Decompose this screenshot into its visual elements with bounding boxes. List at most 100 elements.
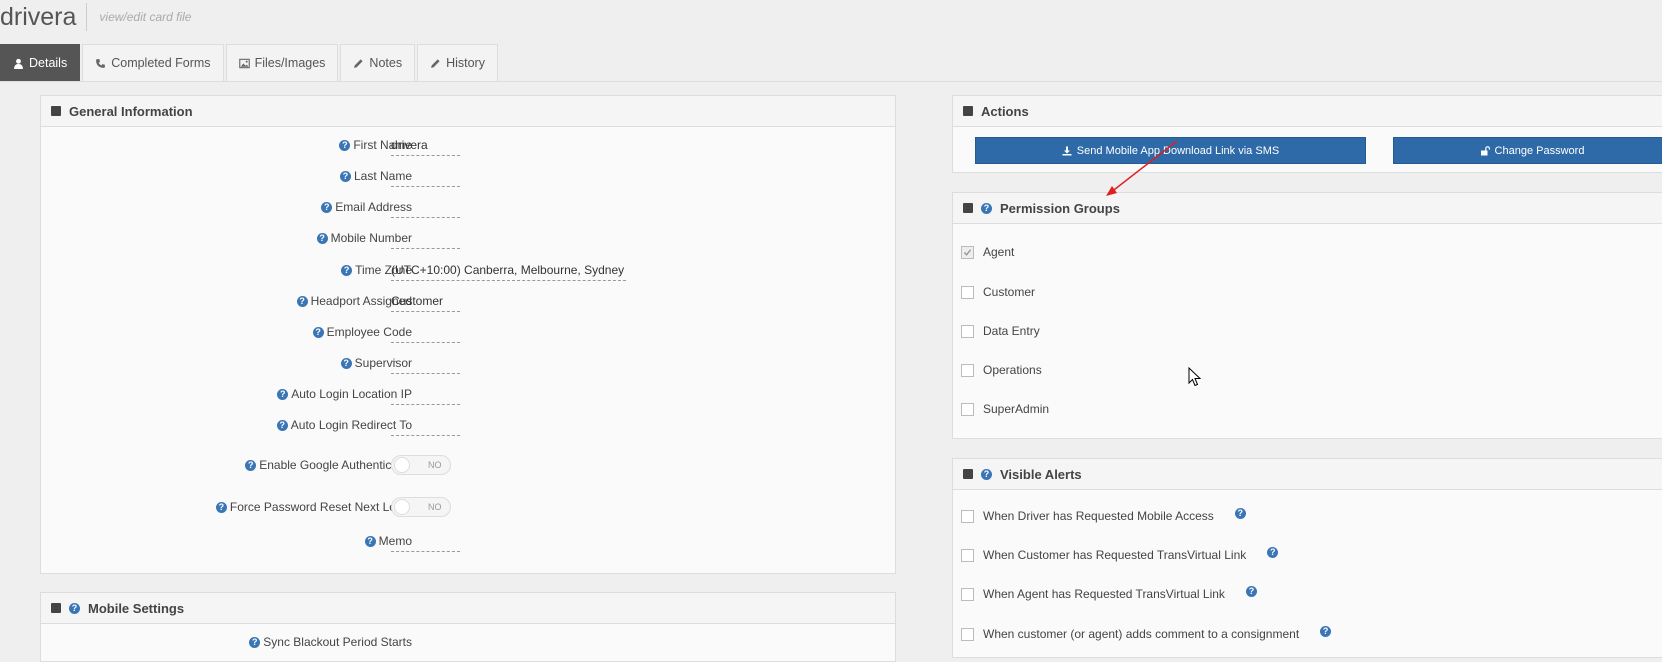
google-authenticator-toggle[interactable]: NO (391, 455, 451, 475)
permission-data-entry[interactable]: Data Entry (961, 324, 1040, 338)
user-icon (14, 58, 23, 69)
help-icon[interactable]: ? (296, 295, 308, 307)
help-icon[interactable]: ? (1234, 507, 1246, 519)
unlock-icon (1480, 145, 1490, 155)
help-icon[interactable]: ? (1320, 625, 1332, 637)
collapse-square-icon[interactable] (963, 106, 973, 116)
field-label: Enable Google Authenticator (259, 458, 412, 472)
help-icon[interactable]: ? (69, 602, 80, 614)
help-icon[interactable]: ? (249, 636, 261, 648)
help-icon[interactable]: ? (316, 232, 328, 244)
pencil-icon (354, 58, 363, 68)
collapse-square-icon[interactable] (51, 603, 61, 613)
help-icon[interactable]: ? (321, 201, 333, 213)
tab-notes[interactable]: Notes (340, 44, 416, 81)
operations-checkbox[interactable] (961, 363, 974, 377)
page-title: drivera (0, 3, 77, 31)
tab-label: History (446, 56, 485, 70)
supervisor-value[interactable]: -- (391, 356, 460, 374)
collapse-square-icon[interactable] (51, 106, 61, 116)
mobile-number-value[interactable] (391, 231, 460, 249)
general-information-panel: General Information ? First Name drivera … (40, 95, 896, 574)
time-zone-value[interactable]: (UTC+10:00) Canberra, Melbourne, Sydney (391, 263, 627, 281)
title-divider (86, 3, 88, 31)
pencil-icon (431, 58, 440, 68)
page-header: drivera view/edit card file (0, 0, 191, 34)
page-subtitle: view/edit card file (99, 10, 192, 24)
permission-superadmin[interactable]: SuperAdmin (961, 402, 1049, 416)
agent-checkbox[interactable] (961, 245, 974, 259)
alert-checkbox[interactable] (961, 548, 974, 562)
alert-checkbox[interactable] (961, 509, 974, 523)
help-icon[interactable]: ? (277, 388, 289, 400)
checkbox-label: Operations (983, 363, 1042, 377)
field-mobile-number: ? Mobile Number (41, 231, 895, 249)
employee-code-value[interactable] (391, 325, 460, 343)
help-icon[interactable]: ? (1267, 546, 1279, 558)
superadmin-checkbox[interactable] (961, 402, 974, 416)
help-icon[interactable]: ? (276, 419, 288, 431)
panel-header: ? Permission Groups (953, 193, 1662, 224)
checkbox-label: When Agent has Requested TransVirtual Li… (983, 587, 1225, 601)
auto-login-location-ip-value[interactable] (391, 387, 460, 405)
tab-details[interactable]: Details (0, 44, 81, 81)
image-icon (238, 58, 250, 68)
help-icon[interactable]: ? (364, 535, 376, 547)
tab-files-images[interactable]: Files/Images (225, 44, 339, 81)
permission-customer[interactable]: Customer (961, 285, 1035, 299)
checkbox-label: Customer (983, 285, 1036, 299)
tab-completed-forms[interactable]: Completed Forms (82, 44, 224, 81)
checkbox-label: When Driver has Requested Mobile Access (983, 509, 1214, 523)
memo-value[interactable] (391, 534, 460, 552)
panel-title: General Information (69, 103, 193, 119)
help-icon[interactable]: ? (339, 139, 351, 151)
help-icon[interactable]: ? (312, 326, 324, 338)
toggle-knob (394, 457, 410, 473)
customer-checkbox[interactable] (961, 285, 974, 299)
help-icon[interactable]: ? (245, 459, 257, 471)
panel-header: ? Mobile Settings (41, 593, 895, 624)
alert-consignment-comment[interactable]: When customer (or agent) adds comment to… (961, 625, 1332, 641)
checkbox-label: Agent (983, 245, 1015, 259)
headport-assigned-value[interactable]: Customer (391, 294, 460, 312)
actions-panel: Actions Send Mobile App Download Link vi… (952, 95, 1662, 173)
permission-groups-panel: ? Permission Groups Agent Customer Data … (952, 192, 1662, 439)
checkbox-label: When Customer has Requested TransVirtual… (983, 548, 1247, 562)
last-name-value[interactable] (391, 169, 460, 187)
alert-customer-transvirtual-link[interactable]: When Customer has Requested TransVirtual… (961, 546, 1279, 562)
alert-checkbox[interactable] (961, 587, 974, 601)
auto-login-redirect-to-value[interactable] (391, 418, 460, 436)
tab-history[interactable]: History (417, 44, 498, 81)
checkbox-label: When customer (or agent) adds comment to… (983, 627, 1300, 641)
help-icon[interactable]: ? (981, 468, 992, 480)
help-icon[interactable]: ? (340, 357, 352, 369)
mobile-settings-panel: ? Mobile Settings ? Sync Blackout Period … (40, 592, 896, 662)
permission-operations[interactable]: Operations (961, 363, 1042, 377)
field-supervisor: ? Supervisor -- (41, 356, 895, 374)
alert-driver-mobile-access[interactable]: When Driver has Requested Mobile Access … (961, 507, 1246, 523)
permission-agent[interactable]: Agent (961, 245, 1014, 259)
help-icon[interactable]: ? (341, 264, 353, 276)
help-icon[interactable]: ? (981, 202, 992, 214)
help-icon[interactable]: ? (339, 170, 351, 182)
field-last-name: ? Last Name (41, 169, 895, 187)
visible-alerts-panel: ? Visible Alerts When Driver has Request… (952, 458, 1662, 658)
field-time-zone: ? Time Zone (UTC+10:00) Canberra, Melbour… (41, 263, 895, 281)
help-icon[interactable]: ? (215, 501, 227, 513)
field-auto-login-redirect-to: ? Auto Login Redirect To (41, 418, 895, 436)
alert-checkbox[interactable] (961, 627, 974, 641)
tab-label: Files/Images (254, 56, 326, 70)
field-force-password-reset: ? Force Password Reset Next Login NO (41, 497, 895, 518)
toggle-state: NO (428, 460, 442, 470)
email-address-value[interactable] (391, 200, 460, 218)
send-sms-button[interactable]: Send Mobile App Download Link via SMS (975, 137, 1366, 164)
help-icon[interactable]: ? (1245, 585, 1257, 597)
field-employee-code: ? Employee Code (41, 325, 895, 343)
first-name-value[interactable]: drivera (391, 138, 460, 156)
change-password-button[interactable]: Change Password (1393, 137, 1662, 164)
data-entry-checkbox[interactable] (961, 324, 974, 338)
collapse-square-icon[interactable] (963, 203, 973, 213)
alert-agent-transvirtual-link[interactable]: When Agent has Requested TransVirtual Li… (961, 585, 1257, 601)
collapse-square-icon[interactable] (963, 469, 973, 479)
force-password-reset-toggle[interactable]: NO (391, 497, 451, 517)
